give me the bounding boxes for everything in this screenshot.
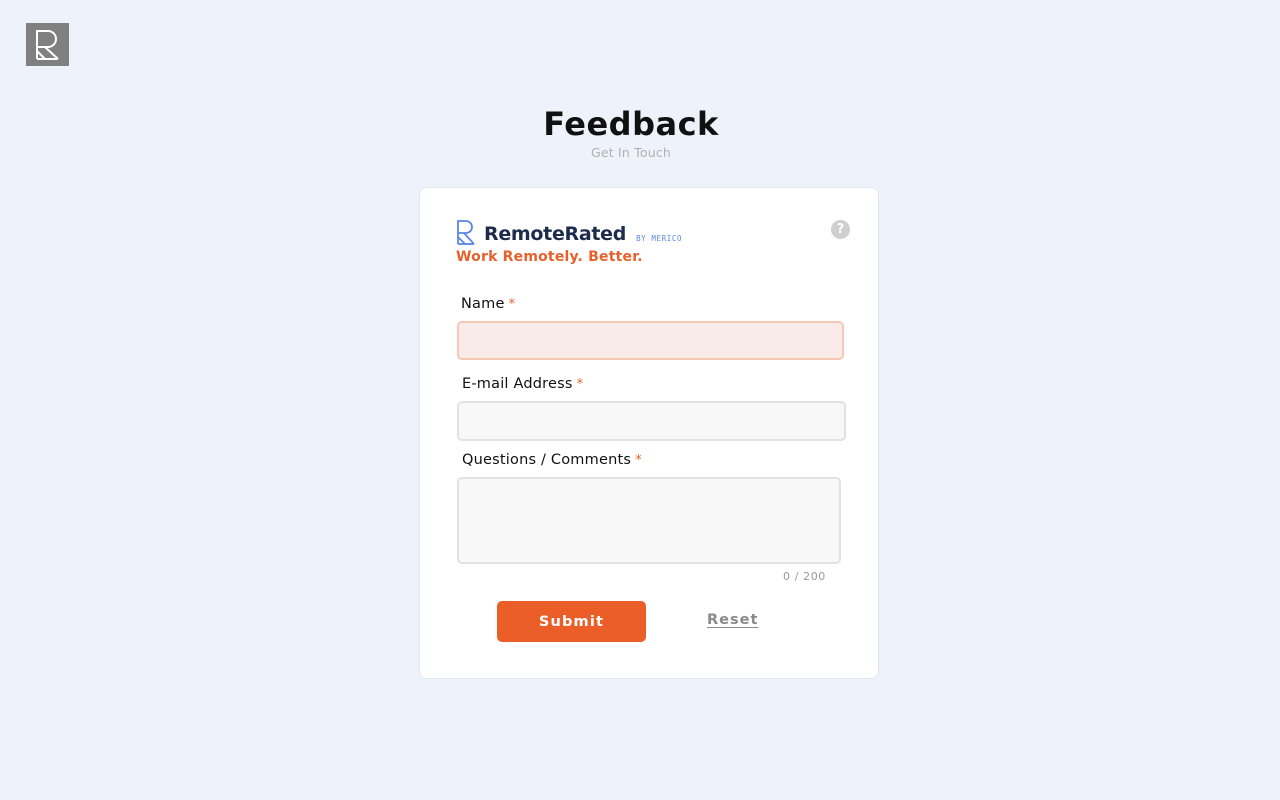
brand-name: RemoteRated	[484, 223, 627, 245]
remoterated-mark-icon	[457, 220, 475, 245]
comments-textarea[interactable]	[457, 477, 841, 564]
brand-tagline: Work Remotely. Better.	[456, 249, 643, 265]
page-header: Feedback Get In Touch	[0, 104, 1262, 160]
required-marker: *	[508, 297, 516, 312]
reset-button[interactable]: Reset	[707, 612, 758, 628]
brand-logo: RemoteRated BY MERICO	[456, 220, 682, 245]
help-icon[interactable]: ?	[831, 220, 850, 239]
submit-button[interactable]: Submit	[497, 601, 646, 642]
page-title: Feedback	[543, 105, 719, 143]
remoterated-logo-icon[interactable]	[26, 23, 69, 66]
name-label: Name *	[461, 296, 515, 312]
comments-label-text: Questions / Comments	[462, 452, 632, 468]
name-label-text: Name	[461, 296, 505, 312]
brand-byline: BY MERICO	[636, 234, 683, 243]
required-marker: *	[635, 453, 642, 468]
email-label: E-mail Address *	[462, 376, 583, 392]
comments-label: Questions / Comments *	[462, 452, 642, 468]
character-counter: 0 / 200	[783, 570, 826, 583]
required-marker: *	[576, 377, 584, 392]
page-subtitle: Get In Touch	[590, 145, 672, 160]
name-input[interactable]	[457, 321, 844, 360]
email-input[interactable]	[457, 401, 846, 441]
remoterated-logo-glyph	[35, 29, 59, 60]
email-label-text: E-mail Address	[462, 376, 573, 392]
feedback-card: RemoteRated BY MERICO Work Remotely. Bet…	[419, 187, 879, 679]
